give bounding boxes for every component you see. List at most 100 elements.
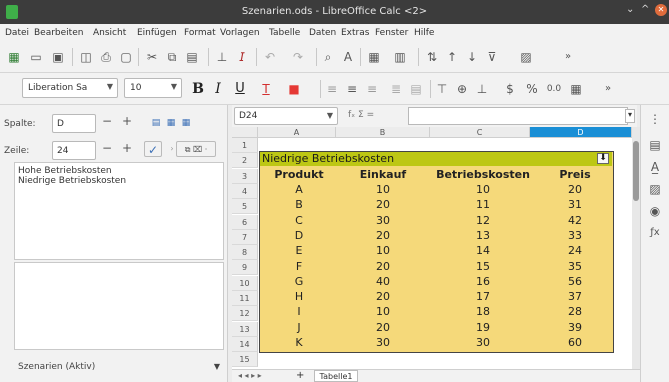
scenario-cell[interactable]: B bbox=[264, 199, 334, 211]
menu-format[interactable]: Format bbox=[184, 28, 216, 38]
row-icon[interactable]: ▦ bbox=[366, 49, 382, 65]
scenario-cell[interactable]: 17 bbox=[430, 291, 536, 303]
scenario-cell[interactable]: 30 bbox=[342, 337, 424, 349]
maximize-button[interactable]: ^ bbox=[641, 4, 649, 15]
column-header[interactable]: C bbox=[430, 127, 530, 138]
sort-descending-icon[interactable]: ↓ bbox=[464, 49, 480, 65]
checkmark-icon[interactable]: ✓ bbox=[144, 141, 162, 157]
column-icon[interactable]: ▥ bbox=[392, 49, 408, 65]
menu-vorlagen[interactable]: Vorlagen bbox=[220, 28, 260, 38]
menu-einfuegen[interactable]: Einfügen bbox=[137, 28, 177, 38]
vertical-scrollbar[interactable] bbox=[632, 127, 640, 369]
align-top-icon[interactable]: ⊤ bbox=[434, 81, 450, 97]
row-header[interactable]: 9 bbox=[232, 260, 258, 276]
menu-extras[interactable]: Extras bbox=[341, 28, 369, 38]
minimize-button[interactable]: ⌄ bbox=[626, 4, 634, 15]
font-size-combo[interactable]: 10 ▼ bbox=[124, 78, 182, 98]
scenario-cell[interactable]: 16 bbox=[430, 275, 536, 288]
add-sheet-button[interactable]: + bbox=[296, 370, 304, 381]
scenario-cell[interactable]: 20 bbox=[544, 184, 606, 196]
scenario-cell[interactable]: 35 bbox=[544, 260, 606, 273]
scenario-cell[interactable]: F bbox=[264, 260, 334, 273]
scenario-dropdown-icon[interactable]: ⬇ bbox=[597, 153, 609, 164]
scenario-cell[interactable]: 20 bbox=[342, 229, 424, 242]
scenario-comment-box[interactable] bbox=[14, 262, 224, 350]
formula-input[interactable] bbox=[408, 107, 628, 125]
scenario-cell[interactable]: 15 bbox=[430, 260, 536, 273]
menu-daten[interactable]: Daten bbox=[309, 28, 336, 38]
export-pdf-icon[interactable]: ◫ bbox=[78, 49, 94, 65]
scenario-cell[interactable]: 33 bbox=[544, 229, 606, 242]
row-header[interactable]: 8 bbox=[232, 245, 258, 261]
row-header[interactable]: 1 bbox=[232, 138, 258, 153]
clone-formatting-icon[interactable]: ⊥ bbox=[214, 49, 230, 65]
scenario-cell[interactable]: A bbox=[264, 184, 334, 196]
scenario-cell[interactable]: 24 bbox=[544, 245, 606, 257]
autofilter-icon[interactable]: ⊽ bbox=[484, 49, 500, 65]
column-decrement-button[interactable]: − bbox=[102, 114, 112, 128]
sort-ascending-icon[interactable]: ↑ bbox=[444, 49, 460, 65]
scenario-cell[interactable]: 18 bbox=[430, 306, 536, 318]
sort-icon[interactable]: ⇅ bbox=[424, 49, 440, 65]
save-icon[interactable]: ▣ bbox=[50, 49, 66, 65]
name-box[interactable]: D24 ▼ bbox=[234, 107, 338, 125]
function-wizard-icon[interactable]: fₓ Σ = bbox=[348, 110, 374, 120]
font-name-combo[interactable]: Liberation Sa ▼ bbox=[22, 78, 118, 98]
row-header[interactable]: 15 bbox=[232, 352, 258, 368]
close-button[interactable]: ✕ bbox=[655, 4, 667, 16]
menu-datei[interactable]: Datei bbox=[5, 28, 29, 38]
menu-bearbeiten[interactable]: Bearbeiten bbox=[34, 28, 83, 38]
row-decrement-button[interactable]: − bbox=[102, 141, 112, 155]
row-header[interactable]: 5 bbox=[232, 199, 258, 215]
scenario-cell[interactable]: 30 bbox=[430, 337, 536, 349]
row-header[interactable]: 2 bbox=[232, 153, 258, 169]
column-header[interactable]: B bbox=[336, 127, 430, 138]
scenario-item[interactable]: Niedrige Betriebskosten bbox=[18, 176, 220, 186]
row-header[interactable]: 11 bbox=[232, 291, 258, 306]
open-icon[interactable]: ▭ bbox=[28, 49, 44, 65]
navigator-document-select[interactable]: Szenarien (Aktiv) ▼ bbox=[14, 358, 224, 378]
row-header[interactable]: 10 bbox=[232, 275, 258, 291]
scenario-cell[interactable]: 37 bbox=[544, 291, 606, 303]
scenario-cell[interactable]: 20 bbox=[342, 291, 424, 303]
insert-image-icon[interactable]: ▨ bbox=[518, 49, 534, 65]
scenario-cell[interactable]: 13 bbox=[430, 229, 536, 242]
gallery-icon[interactable]: ▨ bbox=[647, 181, 663, 197]
menu-ansicht[interactable]: Ansicht bbox=[93, 28, 126, 38]
paste-icon[interactable]: ▤ bbox=[184, 49, 200, 65]
scenario-cell[interactable]: 39 bbox=[544, 321, 606, 334]
scenario-cell[interactable]: 20 bbox=[342, 260, 424, 273]
borders-icon[interactable]: ▦ bbox=[568, 81, 584, 97]
scenarios-icon[interactable]: ▦ bbox=[178, 115, 194, 131]
print-preview-icon[interactable]: ▢ bbox=[118, 49, 134, 65]
sheet-tab-tabelle1[interactable]: Tabelle1 bbox=[314, 370, 358, 382]
functions-icon[interactable]: ƒx bbox=[647, 225, 663, 241]
row-header[interactable]: 12 bbox=[232, 306, 258, 322]
scenario-cell[interactable]: 31 bbox=[544, 199, 606, 211]
clear-formatting-icon[interactable]: 𝘐 bbox=[234, 49, 250, 65]
column-increment-button[interactable]: + bbox=[122, 114, 132, 128]
column-field[interactable]: D bbox=[52, 114, 96, 133]
align-right-icon[interactable]: ≡ bbox=[364, 81, 380, 97]
scenario-cell[interactable]: 19 bbox=[430, 321, 536, 334]
row-header[interactable]: 7 bbox=[232, 229, 258, 245]
expand-formula-icon[interactable]: ▾ bbox=[625, 109, 635, 123]
toggle-icon[interactable]: ▦ bbox=[163, 115, 179, 131]
menu-hilfe[interactable]: Hilfe bbox=[414, 28, 434, 38]
scenario-cell[interactable]: 40 bbox=[342, 275, 424, 288]
merge-cells-icon[interactable]: ▤ bbox=[408, 81, 424, 97]
scenario-cell[interactable]: 60 bbox=[544, 337, 606, 349]
scenario-cell[interactable]: 10 bbox=[342, 245, 424, 257]
column-header-active[interactable]: D bbox=[530, 127, 632, 138]
scenario-cell[interactable]: 10 bbox=[430, 184, 536, 196]
italic-button[interactable]: I bbox=[210, 81, 226, 97]
drag-mode-button[interactable]: ⧉ ⌧ · bbox=[176, 141, 216, 157]
scenario-cell[interactable]: H bbox=[264, 291, 334, 303]
column-header[interactable]: A bbox=[258, 127, 336, 138]
new-document-icon[interactable]: ▦ bbox=[6, 49, 22, 65]
scenario-cell[interactable]: C bbox=[264, 214, 334, 227]
spelling-icon[interactable]: A bbox=[340, 49, 356, 65]
scenario-cell[interactable]: 14 bbox=[430, 245, 536, 257]
align-left-icon[interactable]: ≡ bbox=[324, 81, 340, 97]
currency-button[interactable]: $ bbox=[502, 81, 518, 97]
